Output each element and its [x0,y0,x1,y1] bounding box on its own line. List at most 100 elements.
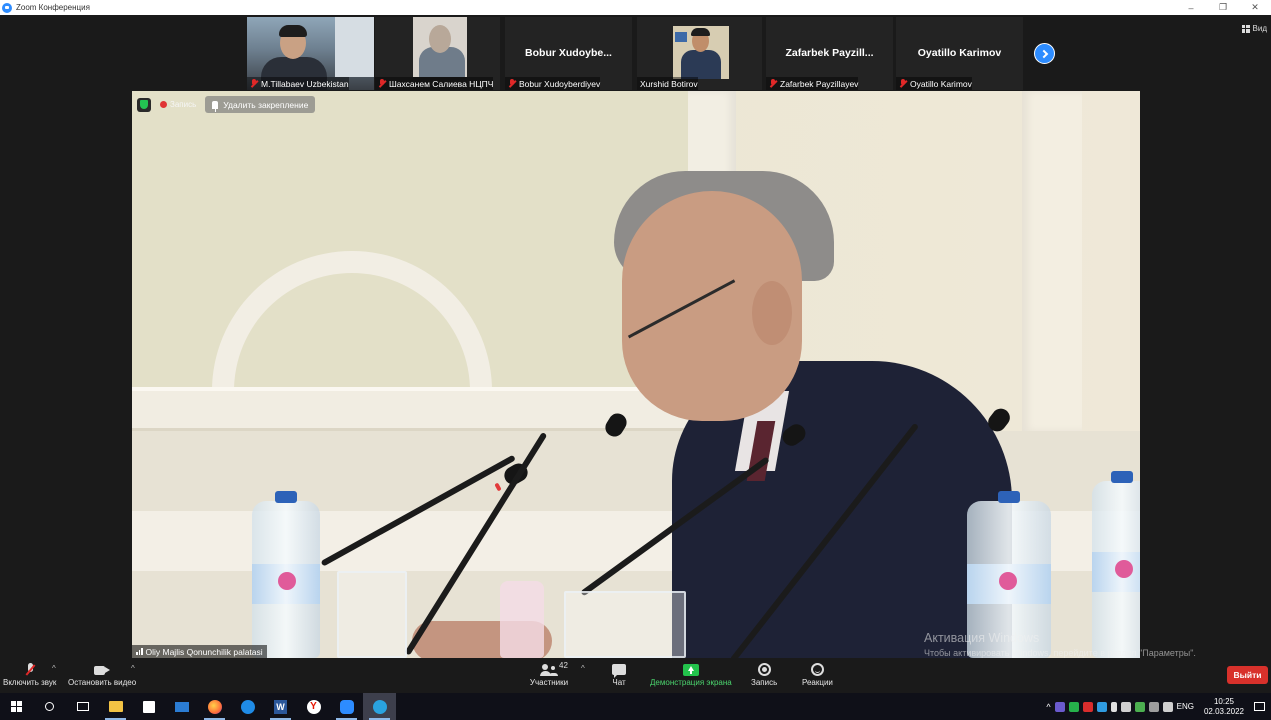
participant-tile[interactable]: Bobur Xudoybe... Bobur Xudoyberdiyev [505,17,632,90]
participant-video [413,17,467,77]
participant-name-label: Zafarbek Payzillayev [766,77,859,90]
window-controls: – ❐ ✕ [1175,0,1271,15]
tray-app-icon[interactable] [1096,701,1107,712]
close-button[interactable]: ✕ [1239,0,1271,15]
tray-network-icon[interactable] [1120,701,1131,712]
tray-defender-icon[interactable] [1134,701,1145,712]
taskbar-app-mail[interactable] [165,693,198,720]
taskbar-app-zoom[interactable] [330,693,363,720]
store-bag-icon [142,700,155,713]
mic-muted-icon [508,79,516,88]
participant-name-display: Zafarbek Payzill... [785,47,874,59]
chevron-right-icon [1039,49,1048,58]
participant-name-label: Bobur Xudoyberdiyev [505,77,601,90]
taskbar-app-yandex[interactable]: Y [297,693,330,720]
edge-icon [240,699,255,714]
mic-muted-icon [378,79,386,88]
view-button[interactable]: Вид [1241,24,1267,33]
next-page-button[interactable] [1034,43,1055,64]
video-overlay-top: Запись Удалить закрепление [137,96,316,113]
tray-volume-icon[interactable] [1162,701,1173,712]
tray-flag-icon[interactable] [1110,701,1117,712]
tray-shield-icon[interactable] [1054,701,1065,712]
view-button-label: Вид [1252,24,1267,33]
participant-tile[interactable]: Oyatillo Karimov Oyatillo Karimov [896,17,1023,90]
participant-tile[interactable]: M.Tillabaev Uzbekistan [247,17,374,90]
taskbar-app-word[interactable]: W [264,693,297,720]
word-icon: W [274,699,287,714]
taskbar-app-file-explorer[interactable] [99,693,132,720]
leave-meeting-button[interactable]: Выйти [1227,666,1268,684]
zoom-icon [339,699,354,714]
smiley-icon [810,663,824,676]
chat-button[interactable]: Чат [612,661,626,687]
mic-muted-icon [250,79,258,88]
tray-cloud-icon[interactable] [1148,701,1159,712]
tray-red-icon[interactable] [1082,701,1093,712]
grid-view-icon [1241,24,1250,33]
notifications-icon[interactable] [1254,702,1265,711]
unmute-button[interactable]: Включить звук [3,661,56,687]
start-button[interactable] [0,693,33,720]
signal-bars-icon [136,648,143,655]
participant-name-label: M.Tillabaev Uzbekistan [247,77,349,90]
tray-green-icon[interactable] [1068,701,1079,712]
taskbar-app-store[interactable] [132,693,165,720]
record-button[interactable]: Запись [751,661,777,687]
participant-name-label: Oyatillo Karimov [896,77,972,90]
task-view-button[interactable] [66,693,99,720]
security-shield-icon[interactable] [137,97,151,112]
firefox-icon [207,699,222,714]
taskbar-app-firefox[interactable] [198,693,231,720]
recording-indicator: Запись [157,100,199,109]
taskbar-clock[interactable]: 10:25 02.03.2022 [1204,697,1244,717]
tray-overflow-chevron-icon[interactable]: ^ [1046,702,1050,712]
stop-video-button[interactable]: Остановить видео [68,661,136,687]
share-screen-button[interactable]: Демонстрация экрана [650,661,732,687]
zoom-app-icon [2,2,12,13]
windows-taskbar: W Y ^ ENG 10:25 02.03.2022 [0,693,1271,720]
meeting-toolbar: Включить звук ^ Остановить видео ^ 42 Уч… [0,658,1271,693]
taskbar-app-edge[interactable] [231,693,264,720]
participants-icon [540,663,558,676]
participants-options-caret[interactable]: ^ [581,664,585,673]
unpin-button[interactable]: Удалить закрепление [205,96,316,113]
video-camera-icon [94,665,111,675]
participant-name-label: Xurshid Botirov [637,77,698,90]
record-dot-icon [160,101,167,108]
mic-muted-icon [899,79,907,88]
search-icon [45,702,54,711]
participant-tile[interactable]: Шахсанем Салиева НЦПЧ [375,17,500,90]
audio-options-caret[interactable]: ^ [52,664,56,673]
participants-count: 42 [559,661,568,670]
reactions-button[interactable]: Реакции [802,661,833,687]
title-bar: Zoom Конференция – ❐ ✕ [0,0,1271,15]
window-title: Zoom Конференция [16,3,90,12]
mic-muted-icon [769,79,777,88]
folder-icon [108,701,123,712]
participant-name-display: Bobur Xudoybe... [525,47,612,59]
participant-name-label: Шахсанем Салиева НЦПЧ [375,77,494,90]
speaker-figure [412,161,1022,658]
main-video[interactable]: Запись Удалить закрепление Oliy Majlis Q… [132,91,1140,658]
windows-logo-icon [11,701,22,712]
participant-video [673,26,729,79]
participant-tile[interactable]: Xurshid Botirov [637,17,762,90]
minimize-button[interactable]: – [1175,0,1207,15]
windows-activation-watermark: Активация Windows Чтобы активировать Win… [924,631,1196,658]
search-button[interactable] [33,693,66,720]
participant-name-display: Oyatillo Karimov [917,47,1002,59]
participant-tile[interactable]: Zafarbek Payzill... Zafarbek Payzillayev [766,17,893,90]
taskbar-app-telegram[interactable] [363,693,396,720]
participants-button[interactable]: 42 Участники [529,661,569,687]
mail-icon [174,701,189,712]
video-options-caret[interactable]: ^ [131,664,135,673]
clock-time: 10:25 [1213,696,1234,706]
maximize-button[interactable]: ❐ [1207,0,1239,15]
language-indicator[interactable]: ENG [1177,702,1194,711]
pin-icon [212,100,219,112]
task-view-icon [76,702,89,711]
system-tray: ^ ENG 10:25 02.03.2022 [1046,693,1271,720]
microphone-off-icon [25,662,35,677]
record-icon [757,663,771,676]
